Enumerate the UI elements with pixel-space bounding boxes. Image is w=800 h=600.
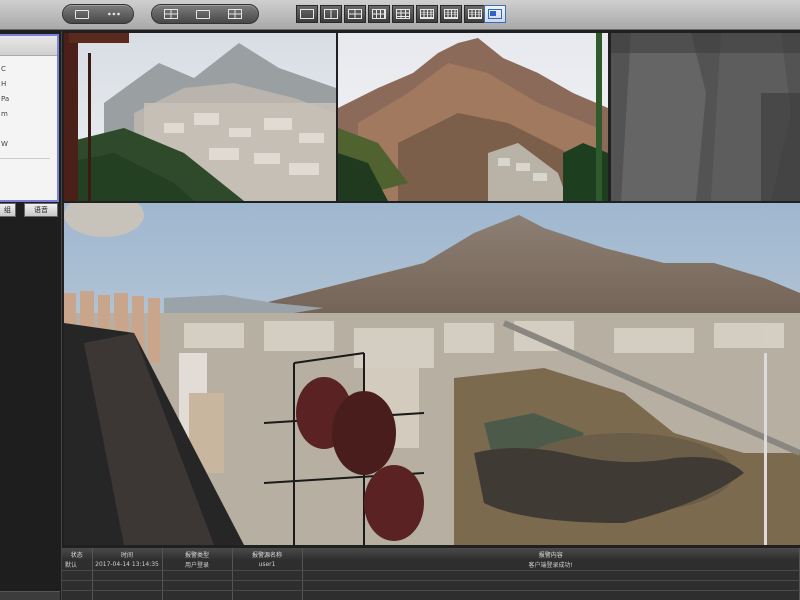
col-time[interactable]: 时间 xyxy=(92,548,163,560)
surveillance-client-window: C H Pa m W 组 语音 录制 xyxy=(0,0,800,600)
info-line: H xyxy=(1,80,7,88)
layout-1x1-icon xyxy=(300,9,314,19)
cell-alarm-type: 用户登录 xyxy=(162,560,233,571)
alarm-table-grid: 状态 时间 报警类型 报警源名称 报警内容 默认 2017-04-14 13:1… xyxy=(62,548,800,600)
info-line: m xyxy=(1,110,8,118)
record-bar[interactable]: 录制 xyxy=(0,591,60,600)
dots-icon xyxy=(107,11,121,17)
table-row xyxy=(62,570,800,581)
col-alarm-content[interactable]: 报警内容 xyxy=(302,548,800,560)
view-mode-group xyxy=(62,4,134,24)
layout-4x4b-button[interactable] xyxy=(440,5,462,23)
playback-icon xyxy=(196,9,210,19)
top-toolbar xyxy=(0,0,800,30)
video-feed-2[interactable] xyxy=(338,33,608,201)
left-panel-buttons: 组 语音 xyxy=(0,203,60,217)
col-status[interactable]: 状态 xyxy=(62,548,93,560)
table-row xyxy=(62,580,800,591)
group-button[interactable]: 组 xyxy=(0,203,16,217)
layout-16-icon xyxy=(420,9,434,19)
layout-4x4-button[interactable] xyxy=(416,5,438,23)
layout-1plus5-button[interactable] xyxy=(368,5,390,23)
layout-9-icon xyxy=(396,9,410,19)
layout-2x2-button[interactable] xyxy=(344,5,366,23)
table-row[interactable]: 默认 2017-04-14 13:14:35 用户登录 user1 客户端登录成… xyxy=(62,560,800,571)
info-line: W xyxy=(1,140,8,148)
video-feed-1[interactable] xyxy=(64,33,336,201)
info-line: C xyxy=(1,65,6,73)
layout-1x1-button[interactable] xyxy=(296,5,318,23)
alarm-log-table: 状态 时间 报警类型 报警源名称 报警内容 默认 2017-04-14 13:1… xyxy=(62,548,800,600)
device-grid-button[interactable] xyxy=(158,7,184,21)
layout-custom-button[interactable] xyxy=(484,5,506,23)
layout-custom-icon xyxy=(488,9,502,19)
device-info-header xyxy=(0,36,57,56)
voice-button[interactable]: 语音 xyxy=(24,203,58,217)
video-feed-main[interactable] xyxy=(64,203,800,545)
info-line xyxy=(0,122,57,137)
video-frame-mountain xyxy=(338,33,608,201)
device-info-list: C H Pa m W xyxy=(0,56,57,159)
config-button[interactable] xyxy=(222,7,248,21)
video-frame-village xyxy=(64,33,336,201)
function-group xyxy=(151,4,259,24)
device-info-box: C H Pa m W xyxy=(0,34,59,202)
layout-16c-icon xyxy=(468,9,482,19)
layout-2-icon xyxy=(324,9,338,19)
playback-button[interactable] xyxy=(190,7,216,21)
layout-6-icon xyxy=(372,9,386,19)
live-view-button[interactable] xyxy=(69,7,95,21)
video-frame-dark xyxy=(611,33,800,201)
layout-3x3-button[interactable] xyxy=(392,5,414,23)
config-icon xyxy=(228,9,242,19)
grid-icon xyxy=(164,9,178,19)
monitor-icon xyxy=(75,9,89,19)
col-alarm-source[interactable]: 报警源名称 xyxy=(232,548,303,560)
col-alarm-type[interactable]: 报警类型 xyxy=(162,548,233,560)
layout-4x4c-button[interactable] xyxy=(464,5,486,23)
layout-4-icon xyxy=(348,9,362,19)
cell-alarm-content: 客户端登录成功! xyxy=(302,560,800,571)
cell-status: 默认 xyxy=(62,560,93,571)
left-panel: C H Pa m W 组 语音 录制 xyxy=(0,31,62,600)
info-line: Pa xyxy=(1,95,10,103)
table-row xyxy=(62,590,800,600)
divider xyxy=(0,158,50,159)
layout-1plus1-button[interactable] xyxy=(320,5,342,23)
video-feed-3[interactable] xyxy=(611,33,800,201)
more-view-button[interactable] xyxy=(101,7,127,21)
cell-time: 2017-04-14 13:14:35 xyxy=(92,560,163,571)
video-frame-panorama xyxy=(64,203,800,545)
table-header-row: 状态 时间 报警类型 报警源名称 报警内容 xyxy=(62,548,800,560)
cell-alarm-source: user1 xyxy=(232,560,303,571)
layout-16b-icon xyxy=(444,9,458,19)
